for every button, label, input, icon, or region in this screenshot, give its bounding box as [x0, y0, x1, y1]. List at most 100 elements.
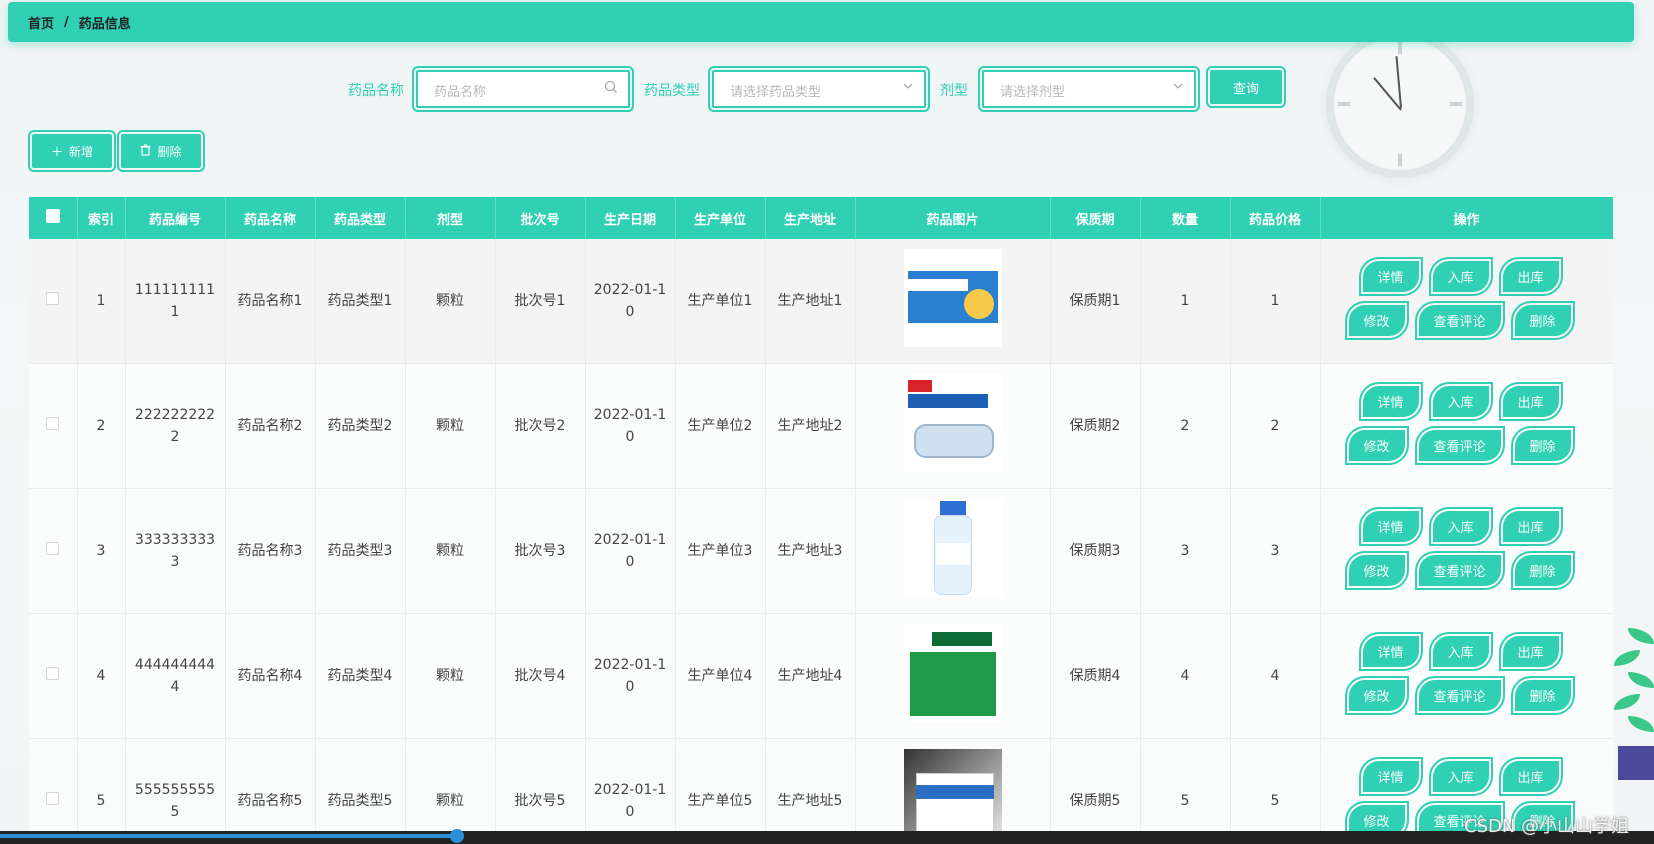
cell-batch: 批次号4 [495, 613, 586, 739]
cell-date: 2022-01-10 [585, 239, 676, 364]
row-checkbox[interactable] [46, 292, 60, 305]
drug-image[interactable] [903, 748, 1002, 844]
cell-qty: 1 [1140, 239, 1231, 364]
drug-name-input[interactable]: 药品名称 [412, 66, 634, 112]
view-comments-button[interactable]: 查看评论 [1414, 676, 1505, 715]
edit-button[interactable]: 修改 [1344, 301, 1409, 340]
row-delete-button[interactable]: 删除 [1510, 676, 1575, 715]
cell-batch: 批次号2 [495, 363, 586, 489]
drug-image[interactable] [903, 248, 1002, 347]
stock-in-button[interactable]: 入库 [1428, 257, 1493, 296]
breadcrumb-current: 药品信息 [78, 16, 131, 32]
cell-date: 2022-01-10 [585, 488, 676, 614]
drug-type-select[interactable]: 请选择药品类型 [708, 66, 930, 112]
batch-delete-button[interactable]: 删除 [117, 130, 205, 172]
row-delete-button[interactable]: 删除 [1510, 426, 1575, 465]
form-select[interactable]: 请选择剂型 [978, 66, 1200, 112]
cell-index: 4 [77, 613, 126, 739]
row-checkbox[interactable] [46, 417, 60, 430]
search-bar: 药品名称 药品名称 药品类型 请选择药品类型 剂型 请选择剂型 查询 [0, 66, 1654, 112]
col-header: 药品类型 [315, 197, 406, 239]
cell-address: 生产地址2 [765, 363, 856, 489]
row-select-cell[interactable] [29, 239, 78, 364]
stock-out-button[interactable]: 出库 [1498, 632, 1563, 671]
cell-name: 药品名称1 [225, 239, 316, 364]
col-header: 药品名称 [225, 197, 316, 239]
breadcrumb-home[interactable]: 首页 [28, 13, 54, 32]
stock-in-button[interactable]: 入库 [1428, 632, 1493, 671]
row-checkbox[interactable] [46, 792, 60, 805]
cell-actions: 详情 入库 出库 修改 查看评论 删除 [1320, 363, 1613, 489]
stock-in-button[interactable]: 入库 [1428, 382, 1493, 421]
row-checkbox[interactable] [46, 667, 60, 680]
name-label: 药品名称 [348, 83, 404, 99]
cell-image [855, 738, 1051, 844]
view-comments-button[interactable]: 查看评论 [1414, 301, 1505, 340]
stock-out-button[interactable]: 出库 [1498, 507, 1563, 546]
stock-in-button[interactable]: 入库 [1428, 757, 1493, 796]
row-delete-button[interactable]: 删除 [1510, 551, 1575, 590]
watermark: CSDN @小山山学姐 [1464, 816, 1630, 837]
drug-image[interactable] [903, 373, 1002, 472]
edit-button[interactable]: 修改 [1344, 551, 1409, 590]
table-header: 索引 药品编号 药品名称 药品类型 剂型 批次号 生产日期 生产单位 生产地址 … [29, 197, 1613, 239]
table-row: 3 3333333333 药品名称3 药品类型3 颗粒 批次号3 2022-01-10 生产单… [29, 488, 1613, 614]
trash-icon [140, 143, 151, 159]
cell-image [855, 488, 1051, 614]
add-button[interactable]: ＋ 新增 [28, 130, 116, 172]
form-placeholder: 请选择剂型 [1000, 85, 1066, 100]
cell-address: 生产地址3 [765, 488, 856, 614]
row-select-cell[interactable] [29, 363, 78, 489]
cell-form: 颗粒 [405, 488, 496, 614]
cell-unit: 生产单位3 [675, 488, 766, 614]
row-select-cell[interactable] [29, 738, 78, 844]
row-checkbox[interactable] [46, 542, 60, 555]
cell-code: 5555555555 [125, 738, 226, 844]
cell-index: 3 [77, 488, 126, 614]
plant-decoration [1614, 628, 1654, 780]
cell-code: 4444444444 [125, 613, 226, 739]
cell-price: 1 [1230, 239, 1321, 364]
edit-button[interactable]: 修改 [1344, 426, 1409, 465]
select-all-checkbox[interactable] [45, 209, 60, 223]
detail-button[interactable]: 详情 [1358, 632, 1423, 671]
cell-image [855, 239, 1051, 364]
detail-button[interactable]: 详情 [1358, 507, 1423, 546]
col-header: 保质期 [1050, 197, 1141, 239]
detail-button[interactable]: 详情 [1358, 257, 1423, 296]
drug-image[interactable] [903, 623, 1002, 722]
cell-index: 1 [77, 239, 126, 364]
cell-qty: 4 [1140, 613, 1231, 739]
cell-unit: 生产单位2 [675, 363, 766, 489]
chevron-down-icon [1172, 80, 1184, 96]
cell-form: 颗粒 [405, 363, 496, 489]
row-select-cell[interactable] [29, 488, 78, 614]
chevron-down-icon [902, 80, 914, 96]
select-all-header[interactable] [29, 197, 78, 239]
view-comments-button[interactable]: 查看评论 [1414, 426, 1505, 465]
scrollbar-thumb[interactable] [450, 829, 464, 843]
cell-type: 药品类型4 [315, 613, 406, 739]
stock-out-button[interactable]: 出库 [1498, 382, 1563, 421]
view-comments-button[interactable]: 查看评论 [1414, 551, 1505, 590]
horizontal-scrollbar[interactable] [0, 829, 1654, 844]
row-delete-button[interactable]: 删除 [1510, 301, 1575, 340]
cell-address: 生产地址1 [765, 239, 856, 364]
breadcrumb-separator: / [64, 14, 69, 30]
row-select-cell[interactable] [29, 613, 78, 739]
query-button[interactable]: 查询 [1206, 66, 1286, 108]
cell-date: 2022-01-10 [585, 363, 676, 489]
detail-button[interactable]: 详情 [1358, 757, 1423, 796]
drug-image[interactable] [903, 498, 1002, 597]
cell-image [855, 363, 1051, 489]
stock-in-button[interactable]: 入库 [1428, 507, 1493, 546]
cell-shelf: 保质期5 [1050, 738, 1141, 844]
stock-out-button[interactable]: 出库 [1498, 757, 1563, 796]
edit-button[interactable]: 修改 [1344, 676, 1409, 715]
detail-button[interactable]: 详情 [1358, 382, 1423, 421]
cell-type: 药品类型1 [315, 239, 406, 364]
type-label: 药品类型 [644, 83, 700, 99]
stock-out-button[interactable]: 出库 [1498, 257, 1563, 296]
form-label: 剂型 [940, 83, 968, 99]
col-header: 药品图片 [855, 197, 1051, 239]
